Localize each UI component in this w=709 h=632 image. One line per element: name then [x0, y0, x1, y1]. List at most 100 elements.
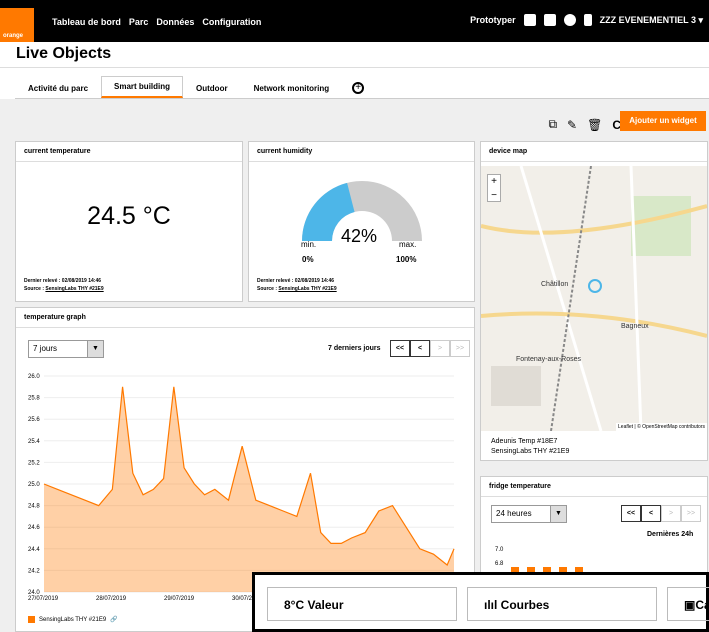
tab-smart-building[interactable]: Smart building [101, 76, 184, 98]
device-item[interactable]: SensingLabs THY #21E9 [491, 447, 569, 457]
y-tick-label: 24.2 [28, 568, 40, 574]
y-tick-label: 7.0 [495, 547, 504, 553]
map-widget-button[interactable]: ▣Ca [667, 587, 709, 621]
orange-logo[interactable]: orange [0, 8, 34, 42]
title-bar: Live Objects [0, 42, 709, 68]
previous-page-button[interactable]: < [641, 505, 661, 522]
first-page-button[interactable]: << [390, 340, 410, 357]
zoom-out-button[interactable]: − [488, 189, 500, 203]
x-tick-label: 29/07/2019 [164, 596, 195, 602]
device-item[interactable]: Adeunis Temp #18E7 [491, 437, 569, 447]
tab-network-monitoring[interactable]: Network monitoring [241, 78, 343, 98]
id-card-icon[interactable] [543, 14, 556, 26]
chart-icon: ılıl [484, 598, 501, 612]
widget-title: device map [481, 142, 707, 162]
y-tick-label: 25.4 [28, 439, 40, 445]
device-map-widget: device map + − Châtillon Bagneux Fontena… [480, 141, 708, 461]
y-tick-label: 24.8 [28, 504, 40, 510]
period-label: 7 derniers jours [328, 345, 381, 352]
area-series [44, 386, 454, 592]
map-place-chatillon: Châtillon [541, 281, 569, 288]
widget-title: fridge temperature [481, 477, 707, 497]
widget-title: temperature graph [16, 308, 474, 328]
pencil-icon[interactable]: ✎ [567, 118, 577, 132]
legend-label: SensingLabs THY #21E9 [39, 616, 107, 623]
logo-text: orange [3, 33, 24, 39]
source-link[interactable]: SensingLabs THY #21E9 [278, 286, 336, 292]
y-tick-label: 25.6 [28, 417, 40, 423]
x-tick-label: 28/07/2019 [96, 596, 127, 602]
next-page-button[interactable]: > [661, 505, 681, 522]
top-bar: orange Tableau de bord Parc Données Conf… [0, 0, 709, 42]
period-select-value: 24 heures [496, 509, 532, 518]
map-streets [481, 166, 707, 431]
first-page-button[interactable]: << [621, 505, 641, 522]
curves-widget-button[interactable]: ılıl Courbes [467, 587, 657, 621]
top-navigation: Tableau de bord Parc Données Configurati… [52, 17, 261, 27]
widget-footer: Dernier relevé : 02/08/2019 14:46 Source… [257, 277, 337, 293]
map-place-bagneux: Bagneux [621, 323, 649, 330]
y-tick-label: 25.0 [28, 482, 40, 488]
map-place-fontenay: Fontenay-aux-Roses [516, 356, 581, 363]
source-label: Source : [257, 286, 279, 292]
tab-outdoor[interactable]: Outdoor [183, 78, 241, 98]
nav-donnees[interactable]: Données [156, 17, 194, 27]
nav-configuration[interactable]: Configuration [202, 17, 261, 27]
map-attribution[interactable]: Leaflet | © OpenStreetMap contributors [616, 423, 707, 431]
y-tick-label: 24.4 [28, 547, 40, 553]
dashboard-actions: ⧉ ✎ 🗑 C [548, 117, 621, 132]
dashboard-tabs: Activité du parc Smart building Outdoor … [15, 76, 365, 98]
nav-dashboard[interactable]: Tableau de bord [52, 17, 121, 27]
last-reading: Dernier relevé : 02/08/2019 14:46 [24, 278, 101, 284]
add-tab-icon[interactable]: + [352, 82, 365, 94]
value-widget-button[interactable]: 8°C Valeur [267, 587, 457, 621]
map-widget-label: Ca [695, 598, 709, 612]
gauge-min-label: min. [301, 240, 317, 249]
help-icon[interactable] [563, 14, 576, 26]
fridge-period-select[interactable]: 24 heures ▼ [491, 505, 567, 523]
last-reading: Dernier relevé : 02/08/2019 14:46 [257, 278, 334, 284]
graph-pager: << < > >> [390, 340, 470, 357]
top-right-menu: Prototyper ZZZ EVENEMENTIEL 3 ▾ [470, 14, 703, 26]
widget-title: current temperature [16, 142, 242, 162]
page-title: Live Objects [16, 45, 112, 62]
account-menu[interactable]: ZZZ EVENEMENTIEL 3 ▾ [600, 15, 703, 26]
device-list: Adeunis Temp #18E7 SensingLabs THY #21E9 [491, 437, 569, 457]
widget-type-popup: 8°C Valeur ılıl Courbes ▣Ca [252, 572, 709, 632]
source-link[interactable]: SensingLabs THY #21E9 [45, 286, 103, 292]
period-select-value: 7 jours [33, 344, 58, 353]
user-icon[interactable] [583, 14, 592, 26]
next-page-button[interactable]: > [430, 340, 450, 357]
link-icon[interactable]: 🔗 [110, 616, 117, 623]
legend-swatch [28, 616, 35, 623]
map-icon: ▣ [684, 598, 696, 612]
nav-parc[interactable]: Parc [129, 17, 149, 27]
widget-title: current humidity [249, 142, 474, 162]
copy-icon[interactable]: ⧉ [548, 117, 557, 132]
zoom-in-button[interactable]: + [488, 175, 500, 189]
x-tick-label: 27/07/2019 [28, 596, 59, 602]
source-label: Source : [24, 286, 46, 292]
trash-icon[interactable]: 🗑 [587, 118, 602, 132]
chart-legend: SensingLabs THY #21E9 🔗 [28, 616, 118, 623]
last-page-button[interactable]: >> [450, 340, 470, 357]
y-tick-label: 6.8 [495, 561, 504, 567]
tab-activite-du-parc[interactable]: Activité du parc [15, 78, 101, 98]
add-widget-button[interactable]: Ajouter un widget [620, 111, 706, 131]
period-select[interactable]: 7 jours ▼ [28, 340, 104, 358]
previous-page-button[interactable]: < [410, 340, 430, 357]
fridge-period-label: Dernières 24h [647, 531, 694, 538]
gauge-max-label: max. [399, 240, 417, 249]
temperature-value: 24.5 °C [87, 202, 171, 230]
last-page-button[interactable]: >> [681, 505, 701, 522]
shopping-bag-icon[interactable] [523, 14, 536, 26]
prototyper-link[interactable]: Prototyper [470, 15, 516, 25]
y-tick-label: 26.0 [28, 374, 40, 380]
chevron-down-icon: ▼ [87, 341, 103, 357]
y-tick-label: 24.6 [28, 525, 40, 531]
humidity-value: 42% [341, 226, 378, 246]
fridge-pager: << < > >> [621, 505, 701, 522]
map-zoom-control: + − [487, 174, 501, 202]
map-canvas[interactable]: + − Châtillon Bagneux Fontenay-aux-Roses… [481, 166, 707, 431]
y-tick-label: 25.2 [28, 460, 40, 466]
